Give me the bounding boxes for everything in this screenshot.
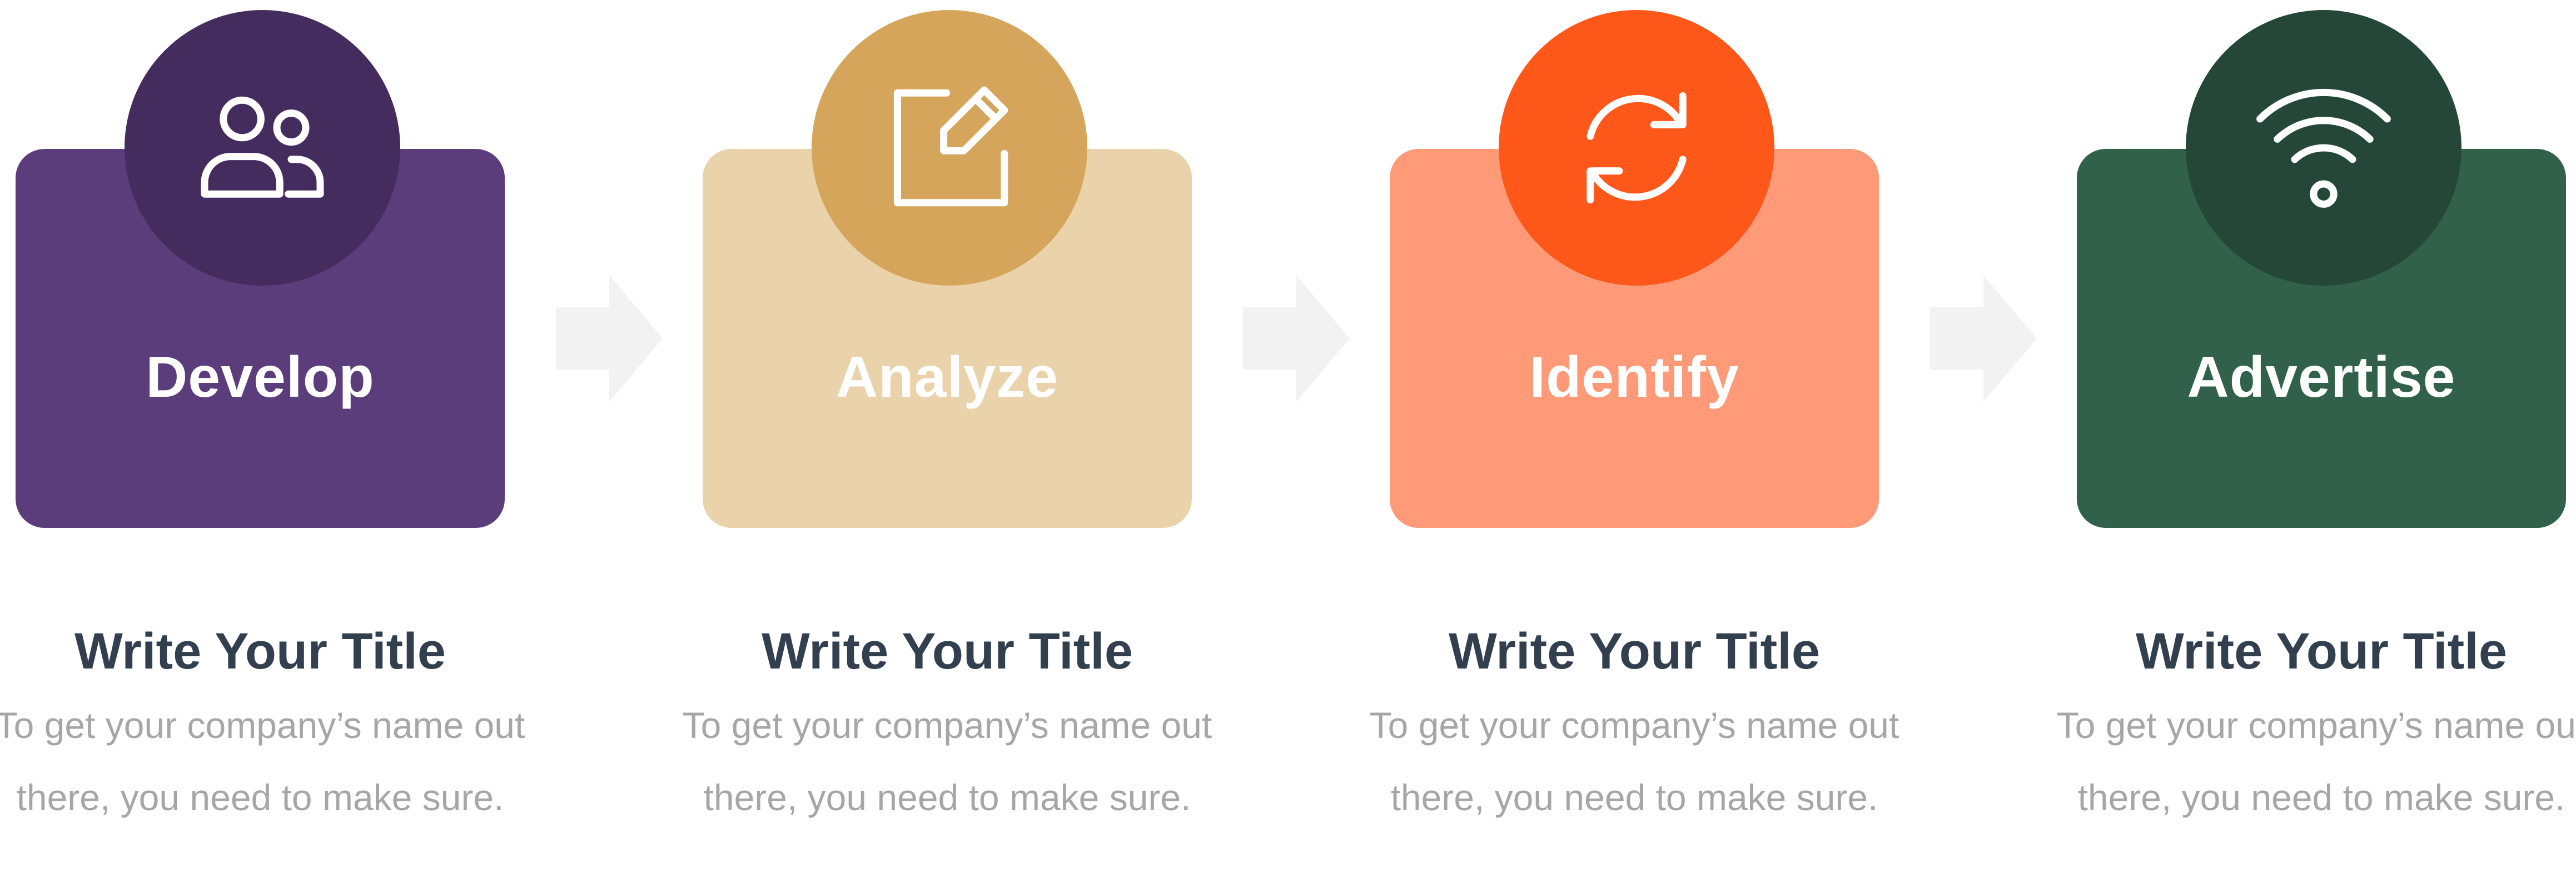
- step-icon-circle: [1499, 10, 1774, 286]
- step-title: Write Your Title: [1449, 623, 1820, 680]
- step-description: To get your company’s name out there, yo…: [0, 705, 525, 818]
- step-description: To get your company’s name out there, yo…: [682, 705, 1212, 818]
- step-description: To get your company’s name out there, yo…: [1369, 705, 1899, 818]
- step-icon-circle: [2186, 10, 2461, 286]
- step-analyze: Analyze Write Your Title To get your com…: [683, 0, 1212, 883]
- step-label: Identify: [1529, 345, 1739, 410]
- step-develop: Develop Write Your Title To get your com…: [0, 0, 525, 883]
- step-description: To get your company’s name out there, yo…: [2056, 705, 2576, 818]
- step-icon-circle: [125, 10, 400, 286]
- edit-icon: [893, 86, 1008, 207]
- step-label: Advertise: [2187, 345, 2456, 410]
- arrow-right-icon: [1243, 275, 1350, 402]
- users-icon: [201, 96, 324, 198]
- arrow-right-icon: [1930, 275, 2037, 402]
- step-title: Write Your Title: [74, 623, 446, 680]
- step-title: Write Your Title: [2136, 623, 2507, 680]
- step-advertise: Advertise Write Your Title To get your c…: [2057, 0, 2576, 883]
- process-diagram: Develop Write Your Title To get your com…: [0, 0, 2576, 883]
- step-icon-circle: [812, 10, 1087, 286]
- arrow-right-icon: [556, 275, 663, 402]
- refresh-icon: [1587, 92, 1687, 204]
- step-identify: Identify Write Your Title To get your co…: [1370, 0, 1899, 883]
- wifi-icon: [2256, 88, 2391, 208]
- step-label: Analyze: [836, 345, 1059, 410]
- step-label: Develop: [146, 345, 375, 410]
- step-title: Write Your Title: [762, 623, 1133, 680]
